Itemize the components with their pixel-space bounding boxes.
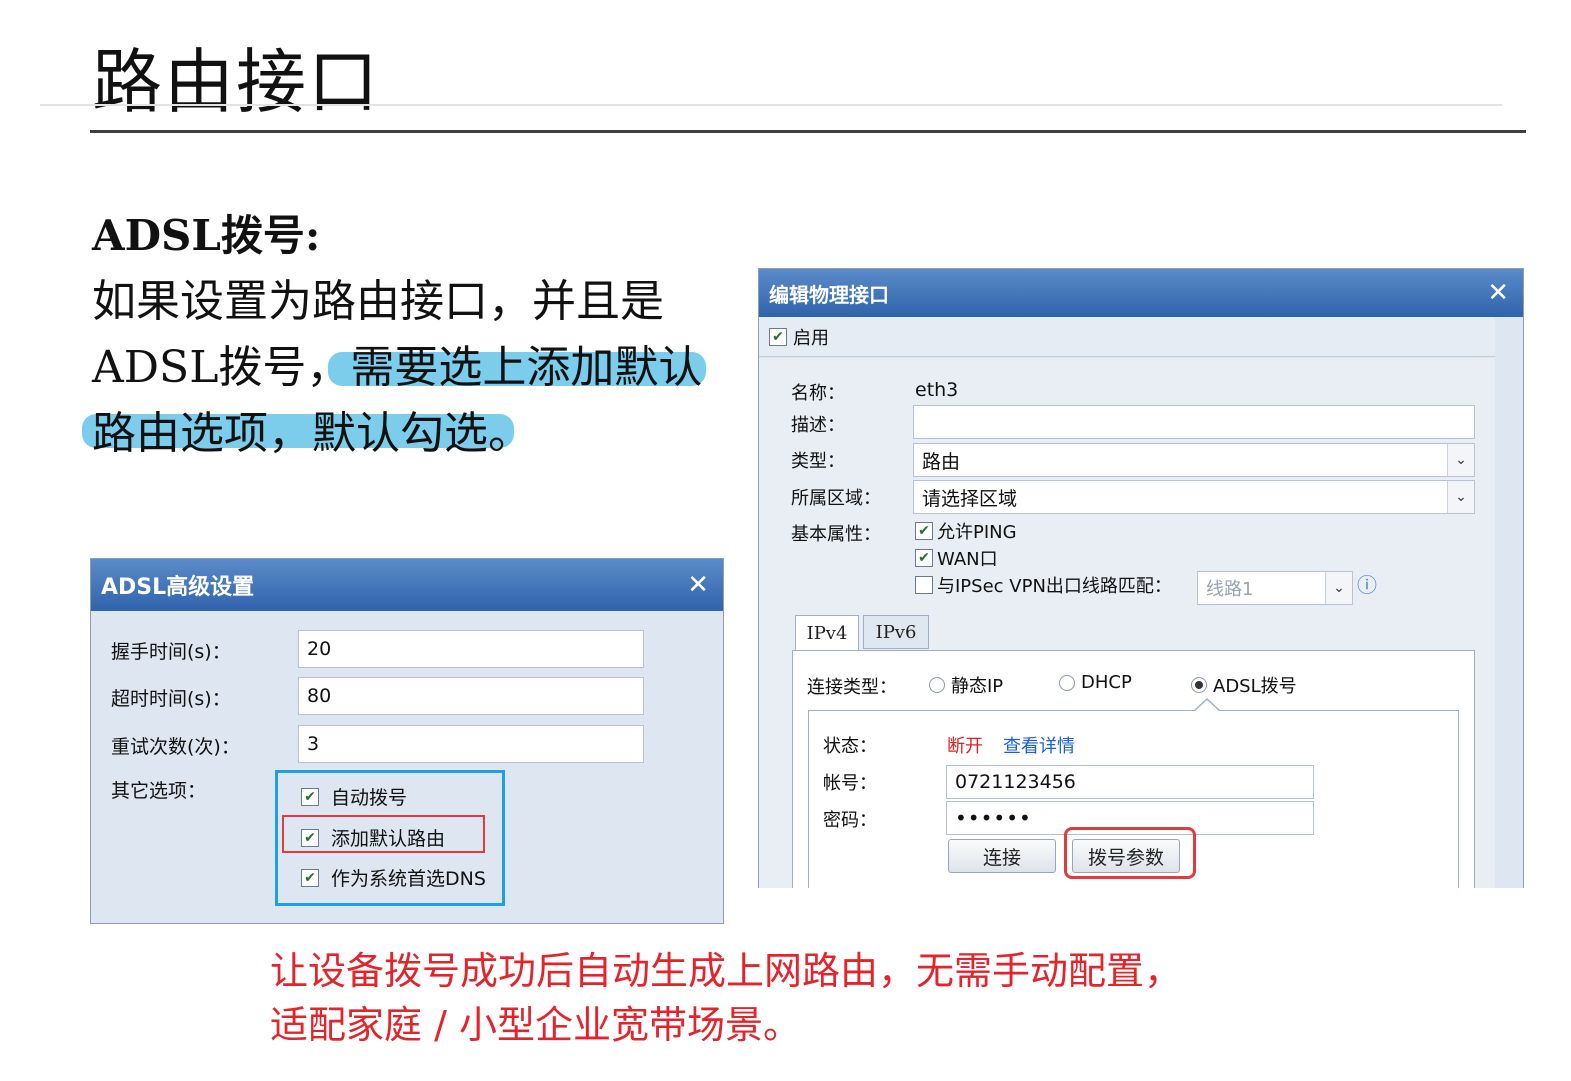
ipsec-match-label: 与IPSec VPN出口线路匹配： (937, 576, 1172, 597)
retry-input[interactable]: 3 (298, 725, 644, 763)
paragraph-line-2: ADSL拨号，需要选上添加默认 (92, 336, 702, 400)
zone-select-value: 请选择区域 (922, 487, 1018, 510)
adsl-radio[interactable]: ADSL拨号 (1191, 672, 1297, 698)
static-ip-radio[interactable]: 静态IP (929, 672, 1003, 698)
close-icon[interactable]: ✕ (1487, 280, 1509, 306)
checkbox-unchecked-icon[interactable] (915, 576, 933, 594)
zone-label: 所属区域： (791, 488, 881, 509)
other-options-label: 其它选项： (111, 780, 207, 802)
chevron-down-icon[interactable]: ⌄ (1325, 572, 1352, 604)
checkbox-checked-icon[interactable]: ✔ (915, 549, 933, 567)
paragraph-line-1: 如果设置为路由接口，并且是 (92, 276, 664, 327)
interface-dialog-title: 编辑物理接口 (769, 282, 889, 307)
adsl-label: ADSL拨号 (1213, 676, 1297, 697)
caption-line-1: 让设备拨号成功后自动生成上网路由，无需手动配置， (270, 949, 1183, 993)
auto-dial-label: 自动拨号 (331, 787, 408, 809)
enable-label: 启用 (793, 327, 829, 349)
description-input[interactable] (913, 405, 1475, 439)
checkbox-checked-icon[interactable]: ✔ (301, 828, 319, 847)
section-heading: ADSL拨号: (92, 211, 321, 260)
timeout-label: 超时时间(s)： (111, 688, 231, 710)
chevron-down-icon[interactable]: ⌄ (1447, 444, 1474, 476)
checkbox-checked-icon[interactable]: ✔ (769, 327, 787, 346)
zone-select[interactable]: 请选择区域 ⌄ (913, 480, 1475, 514)
account-label: 帐号： (823, 773, 877, 794)
caption-line-2: 适配家庭 / 小型企业宽带场景。 (270, 1003, 801, 1047)
slide-title: 路由接口 (92, 41, 380, 123)
interface-dialog-titlebar: 编辑物理接口 ✕ (759, 269, 1523, 317)
line-select[interactable]: 线路1 ⌄ (1197, 571, 1353, 605)
info-icon[interactable]: ⓘ (1357, 569, 1377, 598)
name-value: eth3 (915, 379, 959, 401)
account-input[interactable]: 0721123456 (946, 765, 1314, 799)
status-value: 断开 (947, 736, 983, 757)
timeout-input[interactable]: 80 (298, 677, 644, 715)
title-divider-light (40, 104, 1502, 106)
add-default-route-option[interactable]: ✔ 添加默认路由 (301, 824, 445, 851)
handshake-label: 握手时间(s)： (111, 641, 231, 663)
radio-icon[interactable] (1059, 674, 1075, 691)
wan-option[interactable]: ✔ WAN口 (915, 545, 998, 571)
auto-dial-option[interactable]: ✔ 自动拨号 (301, 783, 407, 810)
checkbox-checked-icon[interactable]: ✔ (915, 522, 933, 540)
dial-params-highlight-box (1064, 827, 1196, 879)
status-label: 状态： (823, 736, 877, 757)
retry-label: 重试次数(次)： (111, 736, 240, 758)
add-default-route-label: 添加默认路由 (331, 828, 446, 850)
tab-ipv4[interactable]: IPv4 (795, 615, 859, 651)
checkbox-checked-icon[interactable]: ✔ (301, 868, 319, 887)
allow-ping-option[interactable]: ✔ 允许PING (915, 518, 1017, 544)
ipsec-match-option[interactable]: 与IPSec VPN出口线路匹配： (915, 572, 1172, 598)
chevron-down-icon[interactable]: ⌄ (1447, 481, 1474, 513)
static-ip-label: 静态IP (951, 676, 1004, 697)
connect-button[interactable]: 连接 (948, 839, 1056, 873)
preferred-dns-label: 作为系统首选DNS (331, 868, 486, 890)
paragraph-line-2a: ADSL拨号， (92, 342, 351, 393)
adsl-dialog-title: ADSL高级设置 (101, 575, 255, 600)
type-select-value: 路由 (922, 450, 961, 473)
description-label: 描述： (791, 415, 845, 436)
allow-ping-label: 允许PING (937, 522, 1017, 543)
close-icon[interactable]: ✕ (687, 572, 709, 598)
password-label: 密码： (823, 810, 877, 831)
title-divider (90, 130, 1526, 133)
type-label: 类型： (791, 451, 845, 472)
radio-selected-icon[interactable] (1191, 677, 1207, 693)
name-label: 名称： (791, 383, 845, 404)
wan-label: WAN口 (937, 549, 998, 570)
adsl-dialog-titlebar: ADSL高级设置 ✕ (91, 559, 723, 611)
dhcp-radio[interactable]: DHCP (1059, 672, 1132, 693)
view-details-link[interactable]: 查看详情 (1003, 732, 1075, 758)
checkbox-checked-icon[interactable]: ✔ (301, 787, 319, 806)
basic-attributes-label: 基本属性： (791, 524, 881, 545)
connection-type-label: 连接类型： (807, 677, 897, 698)
dhcp-label: DHCP (1081, 672, 1132, 693)
paragraph-line-3: 路由选项，默认勾选。 (92, 408, 532, 459)
panel-pointer-notch-fill (1194, 700, 1220, 712)
handshake-input[interactable]: 20 (298, 630, 644, 668)
enable-toggle[interactable]: ✔ 启用 (759, 317, 1495, 357)
line-select-value: 线路1 (1206, 579, 1254, 600)
edit-interface-dialog: 编辑物理接口 ✕ ✔ 启用 名称： eth3 描述： 类型： 路由 ⌄ 所属区域… (758, 268, 1524, 888)
radio-icon[interactable] (929, 677, 945, 693)
type-select[interactable]: 路由 ⌄ (913, 443, 1475, 477)
adsl-settings-dialog: ADSL高级设置 ✕ 握手时间(s)： 20 超时时间(s)： 80 重试次数(… (90, 558, 724, 924)
preferred-dns-option[interactable]: ✔ 作为系统首选DNS (301, 864, 486, 891)
paragraph-line-2b: 需要选上添加默认 (350, 342, 703, 393)
tab-ipv6[interactable]: IPv6 (863, 615, 929, 649)
